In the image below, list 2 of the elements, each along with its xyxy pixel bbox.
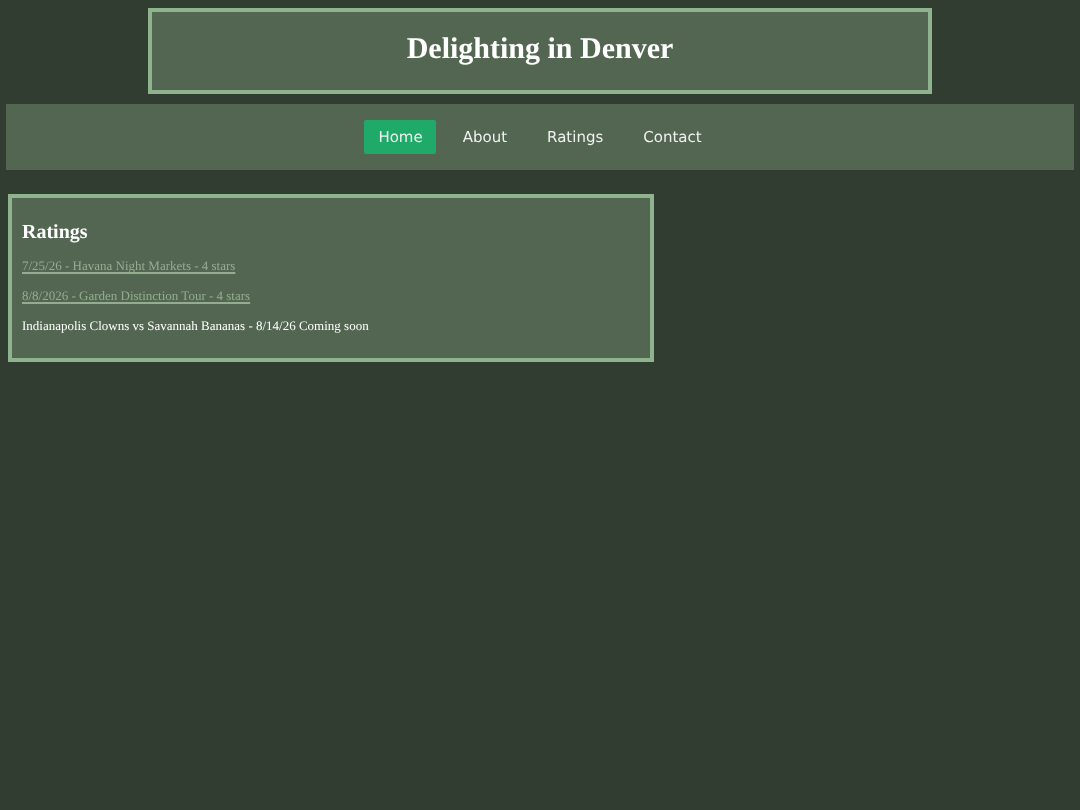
ratings-heading: Ratings (22, 222, 90, 244)
site-title: Delighting in Denver (406, 34, 674, 68)
